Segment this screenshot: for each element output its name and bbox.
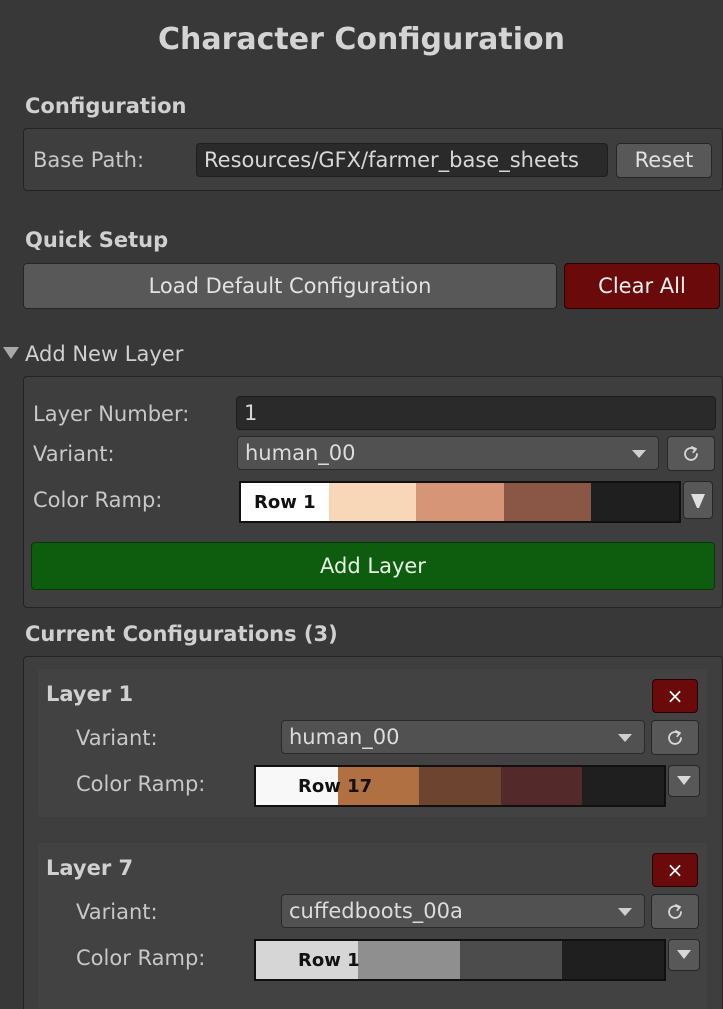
refresh-icon: [668, 729, 682, 745]
variant-label: Variant:: [33, 442, 115, 466]
chevron-down-icon: [691, 494, 705, 508]
chevron-down-icon: [677, 950, 691, 959]
layer-variant-label: Variant:: [76, 726, 158, 750]
delete-layer-button[interactable]: ×: [652, 853, 698, 887]
layer-ramp-row: Row 1: [298, 950, 360, 971]
color-swatch: [591, 483, 679, 521]
close-icon: ×: [666, 858, 684, 882]
color-swatch: [328, 483, 417, 521]
color-swatch: [500, 767, 583, 805]
chevron-down-icon: [632, 450, 646, 458]
layer-card-title: Layer 1: [46, 682, 134, 706]
layer-color-ramp-picker-button[interactable]: [668, 765, 700, 797]
layer-number-input[interactable]: 1: [236, 396, 716, 430]
layer-color-ramp-label: Color Ramp:: [76, 772, 206, 796]
layer-variant-refresh-button[interactable]: [651, 894, 699, 929]
foldout-arrow-icon[interactable]: [3, 347, 19, 359]
layer-color-ramp-label: Color Ramp:: [76, 946, 206, 970]
layer-variant-label: Variant:: [76, 900, 158, 924]
add-layer-ramp-row: Row 1: [254, 492, 316, 513]
variant-dropdown[interactable]: human_00: [237, 436, 659, 470]
layer-ramp-row: Row 17: [298, 776, 373, 797]
add-layer-foldout[interactable]: Add New Layer: [25, 342, 183, 366]
chevron-down-icon: [618, 734, 632, 742]
color-swatch: [460, 941, 562, 979]
layer-variant-value: human_00: [289, 725, 400, 749]
color-swatch: [503, 483, 592, 521]
load-default-button[interactable]: Load Default Configuration: [23, 263, 557, 309]
add-layer-button[interactable]: Add Layer: [31, 542, 715, 590]
chevron-down-icon: [677, 776, 691, 785]
color-swatch: [416, 483, 504, 521]
layer-number-label: Layer Number:: [33, 402, 190, 426]
color-swatch: [419, 767, 501, 805]
color-swatch: [358, 941, 460, 979]
layer-variant-refresh-button[interactable]: [651, 720, 699, 755]
reset-button[interactable]: Reset: [616, 143, 712, 178]
current-configurations-heading: Current Configurations (3): [25, 622, 338, 646]
color-swatch: [562, 941, 664, 979]
layer-variant-dropdown[interactable]: human_00: [281, 720, 645, 754]
color-swatch: [582, 767, 664, 805]
configuration-heading: Configuration: [25, 94, 187, 118]
color-ramp-picker-button[interactable]: [683, 481, 713, 519]
delete-layer-button[interactable]: ×: [652, 679, 698, 713]
layer-card-title: Layer 7: [46, 856, 134, 880]
close-icon: ×: [666, 684, 684, 708]
chevron-down-icon: [618, 908, 632, 916]
clear-all-button[interactable]: Clear All: [564, 263, 720, 309]
base-path-label: Base Path:: [33, 148, 145, 172]
layer-variant-dropdown[interactable]: cuffedboots_00a: [281, 894, 645, 928]
quick-setup-heading: Quick Setup: [25, 228, 169, 252]
variant-dropdown-value: human_00: [245, 441, 356, 465]
refresh-icon: [668, 903, 682, 919]
base-path-input[interactable]: Resources/GFX/farmer_base_sheets: [196, 143, 608, 177]
refresh-icon: [684, 445, 698, 461]
window-title: Character Configuration: [157, 22, 566, 57]
variant-refresh-button[interactable]: [667, 436, 715, 471]
layer-color-ramp-picker-button[interactable]: [668, 939, 700, 971]
layer-variant-value: cuffedboots_00a: [289, 899, 463, 923]
color-ramp-label: Color Ramp:: [33, 488, 163, 512]
